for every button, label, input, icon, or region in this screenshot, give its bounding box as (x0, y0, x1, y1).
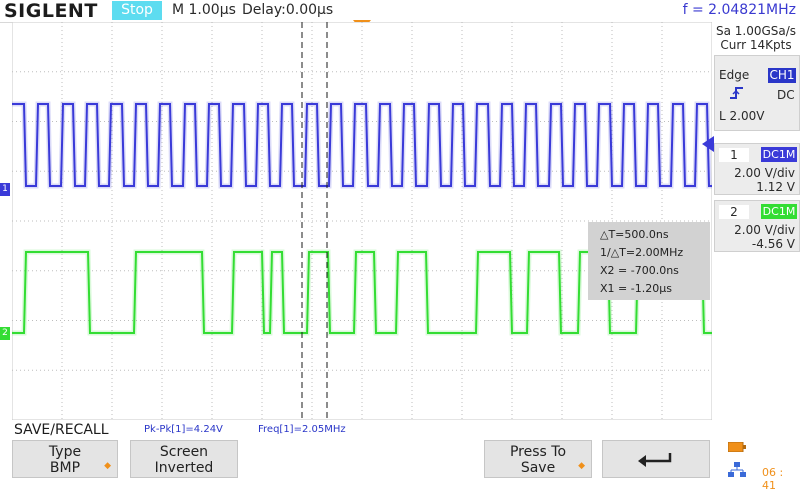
softkey-label: Press To (509, 444, 567, 460)
network-icon (728, 462, 746, 477)
ch2-coupling: DC1M (761, 204, 797, 219)
ch1-number: 1 (719, 148, 749, 162)
softkey-press-to-save[interactable]: Press To Save ◆ (484, 440, 592, 478)
softkey-label: Type (48, 444, 82, 460)
cursor-x2: X2 = -700.0ns (600, 264, 679, 277)
memory-depth: Curr 14Kpts (720, 38, 792, 52)
option-arrow-icon: ◆ (104, 461, 111, 471)
delay-readout[interactable]: Delay:0.00μs (242, 0, 333, 21)
ch1-scale: 2.00 V/div (734, 166, 795, 180)
ch2-ground-marker[interactable]: 2 (0, 327, 10, 340)
waveform-display[interactable] (12, 22, 712, 420)
softkey-screen[interactable]: Screen Inverted (130, 440, 238, 478)
rising-edge-icon (730, 87, 743, 99)
timebase-readout[interactable]: M 1.00μs (172, 0, 236, 21)
measurement-pkpk: Pk-Pk[1]=4.24V (144, 424, 223, 435)
return-arrow-icon (638, 453, 672, 467)
ch2-offset: -4.56 V (751, 237, 795, 251)
softkey-label: Screen (159, 444, 209, 460)
measurement-freq: Freq[1]=2.05MHz (258, 424, 346, 435)
trigger-mode: Edge (719, 68, 750, 82)
softkey-value: Save (520, 460, 556, 476)
run-stop-status[interactable]: Stop (112, 1, 162, 20)
ch2-info-box[interactable]: 2 DC1M 2.00 V/div -4.56 V (714, 200, 800, 252)
ch1-coupling: DC1M (761, 147, 797, 162)
ch1-info-box[interactable]: 1 DC1M 2.00 V/div 1.12 V (714, 143, 800, 195)
ch2-scale: 2.00 V/div (734, 223, 795, 237)
softkey-return[interactable] (602, 440, 710, 478)
softkey-value: BMP (49, 460, 81, 476)
brand-logo: SIGLENT (4, 0, 98, 22)
ch2-number: 2 (719, 205, 749, 219)
trigger-level: L 2.00V (719, 109, 765, 123)
trigger-info-box[interactable]: Edge CH1 DC L 2.00V (714, 55, 800, 131)
battery-icon (728, 442, 746, 452)
softkey-value: Inverted (154, 460, 214, 476)
option-arrow-icon: ◆ (578, 461, 585, 471)
trigger-coupling: DC (777, 88, 795, 102)
trigger-source-badge: CH1 (768, 68, 796, 83)
inverse-delta-t: 1/△T=2.00MHz (600, 246, 684, 259)
ch1-offset: 1.12 V (756, 180, 795, 194)
frequency-counter: f = 2.04821MHz (682, 2, 796, 18)
ch1-ground-marker[interactable]: 1 (0, 183, 10, 196)
delta-t: △T=500.0ns (600, 228, 669, 241)
sample-rate: Sa 1.00GSa/s (715, 24, 797, 38)
softkey-type[interactable]: Type BMP ◆ (12, 440, 118, 478)
cursor-readout: △T=500.0ns 1/△T=2.00MHz X2 = -700.0ns X1… (588, 222, 710, 300)
clock: 06 : 41 (762, 466, 784, 492)
trigger-level-marker[interactable] (702, 136, 714, 152)
menu-title: SAVE/RECALL (14, 422, 109, 438)
cursor-x1: X1 = -1.20μs (600, 282, 672, 295)
